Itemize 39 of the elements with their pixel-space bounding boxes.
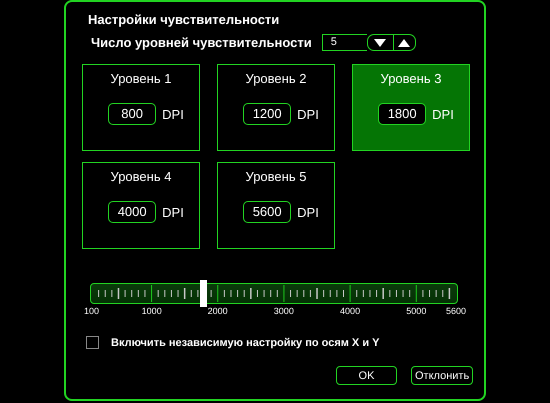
- dpi-field[interactable]: 1200: [243, 103, 292, 125]
- dpi-field[interactable]: 1800: [378, 103, 426, 125]
- scale-label: 100: [84, 306, 100, 316]
- level-title: Уровень 3: [380, 71, 442, 86]
- scale-label: 3000: [274, 306, 294, 316]
- level-card[interactable]: Уровень 4 4000 DPI: [82, 162, 200, 249]
- scale-label: 5600: [446, 306, 466, 316]
- increase-button[interactable]: [394, 34, 416, 51]
- down-arrow-icon: [374, 38, 386, 46]
- level-title: Уровень 1: [110, 71, 172, 86]
- checkbox-label: Включить независимую настройку по осям X и Y: [111, 336, 380, 348]
- dpi-field[interactable]: 800: [108, 103, 156, 125]
- panel-title: Настройки чувствительности: [88, 12, 280, 27]
- level-card[interactable]: Уровень 1 800 DPI: [82, 64, 200, 151]
- slider-thumb[interactable]: [200, 280, 208, 307]
- level-card[interactable]: Уровень 5 5600 DPI: [217, 162, 335, 249]
- scale-label: 4000: [340, 306, 360, 316]
- level-count-label: Число уровней чувствительности: [91, 35, 312, 50]
- decrease-button[interactable]: [366, 34, 394, 51]
- level-title: Уровень 4: [110, 169, 172, 184]
- unit-label: DPI: [297, 204, 319, 220]
- unit-label: DPI: [162, 204, 184, 220]
- level-card[interactable]: Уровень 3 1800 DPI: [352, 64, 470, 151]
- scale-label: 5000: [406, 306, 426, 316]
- dpi-field[interactable]: 5600: [243, 201, 292, 223]
- dialog-button[interactable]: OK: [336, 366, 397, 385]
- dialog-button[interactable]: Отклонить: [411, 366, 474, 385]
- unit-label: DPI: [297, 106, 319, 122]
- unit-label: DPI: [162, 106, 184, 122]
- up-arrow-icon: [398, 38, 410, 46]
- level-title: Уровень 2: [246, 71, 306, 86]
- scale-label: 1000: [142, 306, 162, 316]
- level-count-field[interactable]: 5: [322, 34, 367, 51]
- level-title: Уровень 5: [246, 169, 306, 184]
- scale-label: 2000: [208, 306, 228, 316]
- dpi-field[interactable]: 4000: [108, 201, 156, 223]
- unit-label: DPI: [432, 106, 454, 122]
- checkbox[interactable]: [86, 336, 99, 349]
- level-card[interactable]: Уровень 2 1200 DPI: [217, 64, 335, 151]
